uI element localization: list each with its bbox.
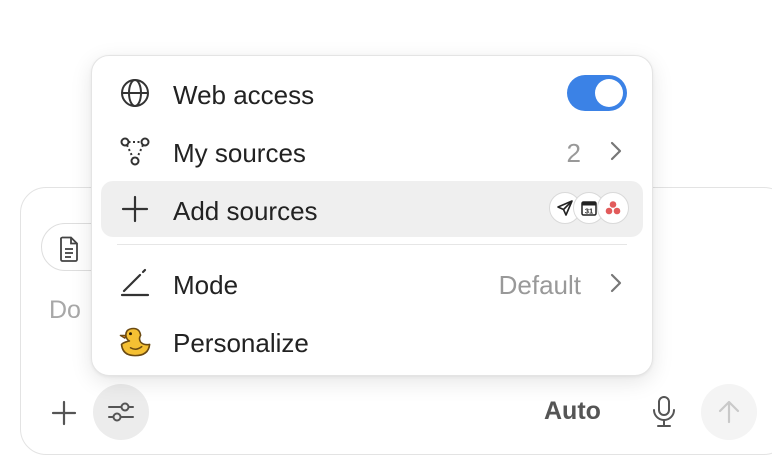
- microphone-icon[interactable]: [651, 395, 677, 429]
- tools-button[interactable]: [93, 384, 149, 440]
- menu-item-my-sources[interactable]: My sources 2: [101, 123, 643, 179]
- menu-divider: [117, 244, 627, 245]
- menu-item-label: Web access: [173, 80, 315, 110]
- add-attachment-button[interactable]: [47, 396, 81, 430]
- sources-count: 2: [566, 138, 581, 168]
- model-selector[interactable]: Auto: [544, 397, 601, 426]
- connector-icons: 31: [549, 192, 629, 226]
- menu-item-add-sources[interactable]: Add sources 31: [101, 181, 643, 237]
- menu-item-label: Add sources: [173, 196, 318, 226]
- globe-icon: [121, 79, 149, 107]
- menu-item-label: Mode: [173, 270, 239, 300]
- mode-value: Default: [498, 270, 581, 300]
- menu-item-web-access[interactable]: Web access: [101, 65, 643, 121]
- menu-item-label: My sources: [173, 138, 306, 168]
- sources-popover-menu: Web access My sources 2 Add sources 31 M…: [91, 55, 653, 376]
- duck-icon: [119, 327, 151, 357]
- menu-item-personalize[interactable]: Personalize: [101, 313, 643, 369]
- composer-placeholder[interactable]: Do: [49, 296, 81, 325]
- pen-icon: [120, 268, 150, 297]
- asana-icon: [597, 192, 629, 224]
- nodes-icon: [120, 137, 150, 166]
- chevron-right-icon: [610, 273, 622, 293]
- menu-item-label: Personalize: [173, 328, 309, 358]
- arrow-up-icon: [718, 400, 740, 424]
- svg-text:31: 31: [585, 207, 593, 216]
- chevron-right-icon: [610, 141, 622, 161]
- web-access-toggle[interactable]: [567, 75, 627, 111]
- sliders-icon: [108, 402, 134, 422]
- send-button[interactable]: [701, 384, 757, 440]
- document-icon: [60, 236, 78, 262]
- plus-icon: [121, 195, 149, 223]
- toggle-knob: [595, 79, 623, 107]
- menu-item-mode[interactable]: Mode Default: [101, 255, 643, 311]
